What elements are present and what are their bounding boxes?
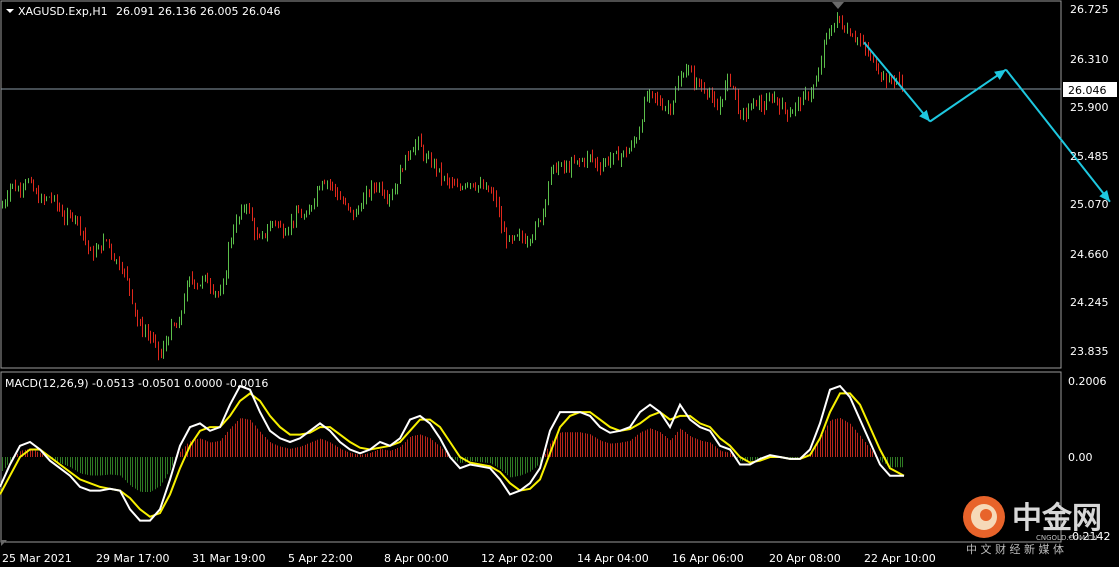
time-tick: 22 Apr 10:00 bbox=[864, 552, 936, 565]
price-tick: 23.835 bbox=[1070, 345, 1109, 358]
watermark-url: CNGOLD.COM.CN bbox=[1036, 534, 1097, 542]
price-tick: 24.245 bbox=[1070, 296, 1109, 309]
chart-background bbox=[0, 0, 1119, 567]
macd-axis-top: 0.2006 bbox=[1068, 375, 1107, 388]
time-tick: 29 Mar 17:00 bbox=[96, 552, 169, 565]
watermark-logo-core bbox=[980, 509, 992, 521]
price-tick: 25.900 bbox=[1070, 101, 1109, 114]
time-tick: 31 Mar 19:00 bbox=[192, 552, 265, 565]
time-tick: 14 Apr 04:00 bbox=[577, 552, 649, 565]
time-tick: 16 Apr 06:00 bbox=[672, 552, 744, 565]
watermark-brand: 中金网 bbox=[1012, 501, 1102, 536]
time-tick: 8 Apr 00:00 bbox=[384, 552, 449, 565]
trading-chart[interactable]: XAGUSD.Exp,H1 26.091 26.136 26.005 26.04… bbox=[0, 0, 1119, 567]
time-tick: 25 Mar 2021 bbox=[2, 552, 72, 565]
price-tick: 26.310 bbox=[1070, 53, 1109, 66]
ohlc-label: 26.091 26.136 26.005 26.046 bbox=[116, 5, 280, 18]
price-tick: 25.070 bbox=[1070, 198, 1109, 211]
price-tick: 24.660 bbox=[1070, 248, 1109, 261]
macd-label: MACD(12,26,9) -0.0513 -0.0501 0.0000 -0.… bbox=[5, 377, 268, 390]
symbol-label: XAGUSD.Exp,H1 bbox=[18, 5, 108, 18]
time-tick: 5 Apr 22:00 bbox=[288, 552, 353, 565]
macd-axis-mid: 0.00 bbox=[1068, 451, 1093, 464]
price-tick: 26.725 bbox=[1070, 3, 1109, 16]
watermark-tagline: 中 文 财 经 新 媒 体 bbox=[966, 542, 1064, 556]
price-tick: 25.485 bbox=[1070, 150, 1109, 163]
time-tick: 20 Apr 08:00 bbox=[769, 552, 841, 565]
current-price-label: 26.046 bbox=[1068, 84, 1107, 97]
time-tick: 12 Apr 02:00 bbox=[481, 552, 553, 565]
